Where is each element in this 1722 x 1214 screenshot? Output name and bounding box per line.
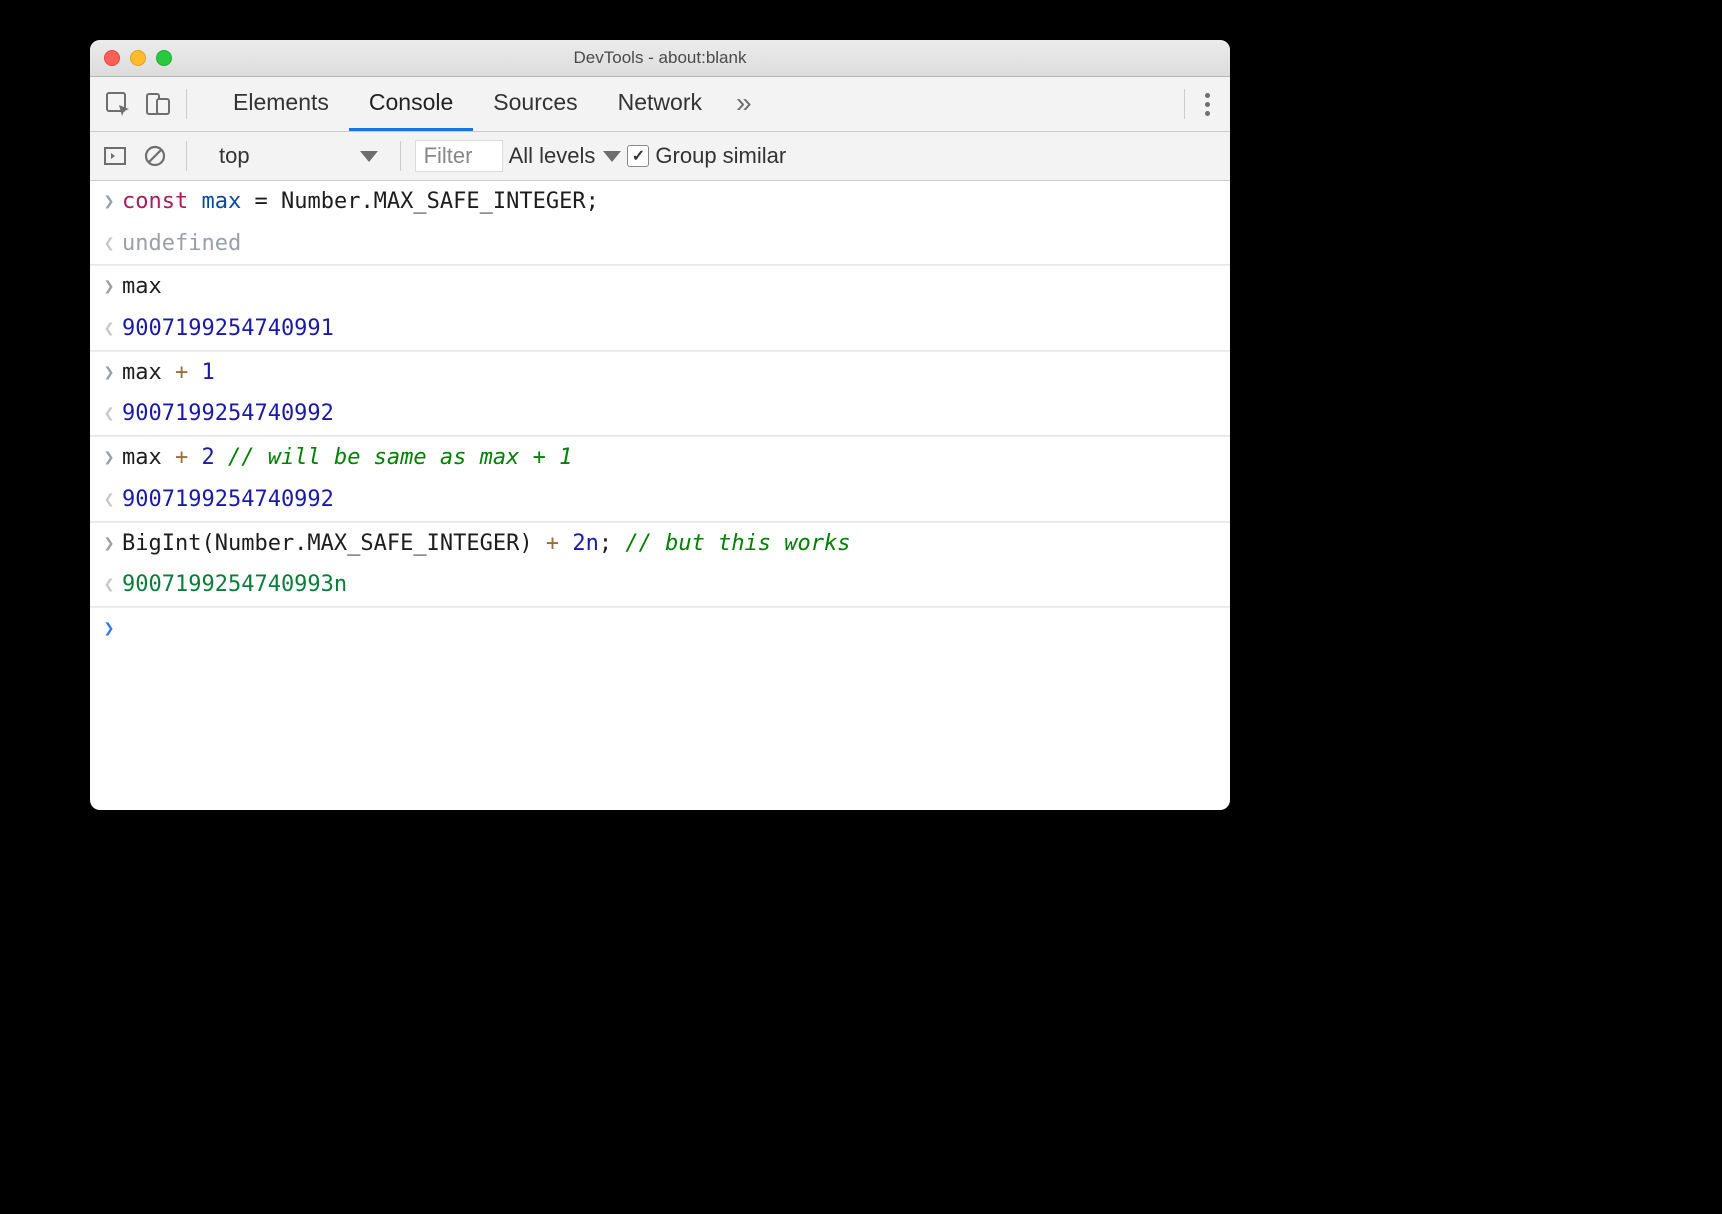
zoom-window-button[interactable]	[156, 50, 172, 66]
tab-label: Elements	[233, 89, 329, 116]
more-tabs-button[interactable]: »	[722, 77, 766, 131]
output-chevron-icon: ❮	[96, 570, 122, 597]
window-controls	[90, 50, 172, 66]
console-code: const max = Number.MAX_SAFE_INTEGER;	[122, 187, 1222, 217]
console-input-row: ❯max + 1	[90, 351, 1230, 394]
kebab-icon	[1205, 93, 1210, 98]
tab-label: Console	[369, 89, 453, 116]
console-output-row: ❮undefined	[90, 223, 1230, 266]
input-chevron-icon: ❯	[96, 358, 122, 385]
console-output-row: ❮9007199254740991	[90, 308, 1230, 351]
console-code: 9007199254740993n	[122, 570, 1222, 600]
input-chevron-icon: ❯	[96, 529, 122, 556]
device-toolbar-icon[interactable]	[138, 84, 178, 124]
input-chevron-icon: ❯	[96, 187, 122, 214]
separator	[1184, 89, 1185, 119]
console-code: 9007199254740992	[122, 485, 1222, 515]
close-window-button[interactable]	[104, 50, 120, 66]
console-code: 9007199254740991	[122, 314, 1222, 344]
chevron-down-icon	[603, 151, 621, 162]
devtools-tabs: Elements Console Sources Network »	[213, 77, 766, 131]
group-similar-checkbox[interactable]: ✓	[627, 145, 649, 167]
console-code: 9007199254740992	[122, 399, 1222, 429]
tab-label: Network	[618, 89, 702, 116]
console-code: max + 2 // will be same as max + 1	[122, 443, 1222, 473]
console-output-row: ❮9007199254740993n	[90, 564, 1230, 607]
console-code: undefined	[122, 229, 1222, 259]
tab-console[interactable]: Console	[349, 77, 473, 131]
window-title: DevTools - about:blank	[90, 48, 1230, 68]
inspect-element-icon[interactable]	[98, 84, 138, 124]
tab-elements[interactable]: Elements	[213, 77, 349, 131]
context-label: top	[219, 143, 250, 169]
console-code: max + 1	[122, 358, 1222, 388]
devtools-menu-button[interactable]	[1193, 89, 1222, 120]
input-chevron-icon: ❯	[96, 443, 122, 470]
devtools-window: DevTools - about:blank Elements Console …	[90, 40, 1230, 810]
toggle-console-sidebar-icon[interactable]	[98, 139, 132, 173]
console-output-row: ❮9007199254740992	[90, 393, 1230, 436]
output-chevron-icon: ❮	[96, 399, 122, 426]
minimize-window-button[interactable]	[130, 50, 146, 66]
separator	[186, 141, 187, 171]
console-input-row: ❯const max = Number.MAX_SAFE_INTEGER;	[90, 181, 1230, 223]
separator	[400, 141, 401, 171]
console-filterbar: top Filter All levels ✓ Group similar	[90, 132, 1230, 181]
devtools-toolbar: Elements Console Sources Network »	[90, 77, 1230, 132]
input-chevron-icon: ❯	[96, 272, 122, 299]
filter-input[interactable]: Filter	[415, 140, 503, 172]
levels-label: All levels	[509, 143, 596, 169]
console-prompt-row: ❯	[90, 607, 1230, 647]
console-output-row: ❮9007199254740992	[90, 479, 1230, 522]
group-similar-label: Group similar	[655, 143, 786, 169]
prompt-chevron-icon: ❯	[96, 614, 122, 641]
separator	[186, 89, 187, 119]
tab-network[interactable]: Network	[598, 77, 722, 131]
console-output[interactable]: ❯const max = Number.MAX_SAFE_INTEGER;❮un…	[90, 181, 1230, 810]
titlebar: DevTools - about:blank	[90, 40, 1230, 77]
output-chevron-icon: ❮	[96, 485, 122, 512]
output-chevron-icon: ❮	[96, 229, 122, 256]
tab-sources[interactable]: Sources	[473, 77, 597, 131]
tab-label: Sources	[493, 89, 577, 116]
output-chevron-icon: ❮	[96, 314, 122, 341]
clear-console-icon[interactable]	[138, 139, 172, 173]
console-code: max	[122, 272, 1222, 302]
console-input-row: ❯max	[90, 265, 1230, 308]
console-code: BigInt(Number.MAX_SAFE_INTEGER) + 2n; //…	[122, 529, 1222, 559]
console-input-row: ❯max + 2 // will be same as max + 1	[90, 436, 1230, 479]
log-level-selector[interactable]: All levels	[509, 143, 622, 169]
chevron-down-icon	[360, 151, 378, 162]
chevron-right-double-icon: »	[736, 87, 752, 119]
context-selector[interactable]: top	[211, 139, 386, 173]
console-input-row: ❯BigInt(Number.MAX_SAFE_INTEGER) + 2n; /…	[90, 522, 1230, 565]
